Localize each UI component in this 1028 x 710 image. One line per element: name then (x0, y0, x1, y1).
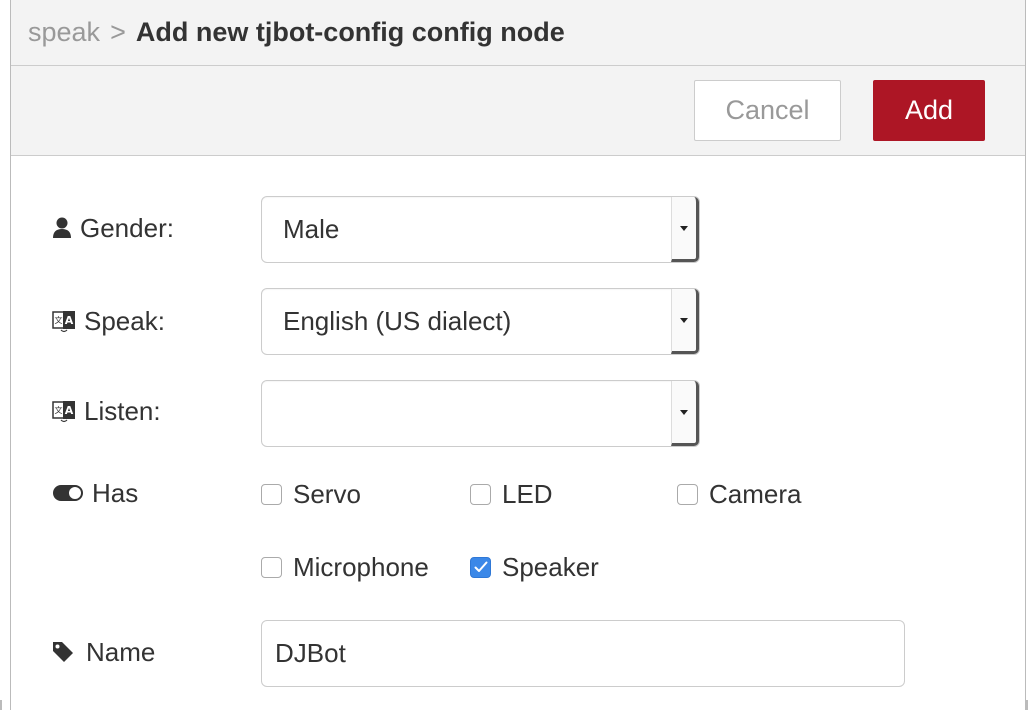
user-icon (52, 217, 72, 239)
tray-toolbar: Cancel Add (11, 66, 1025, 156)
name-label: Name (52, 633, 155, 671)
servo-checkbox[interactable]: Servo (261, 475, 361, 513)
cancel-button[interactable]: Cancel (694, 80, 841, 141)
gender-label: Gender: (52, 209, 174, 247)
chevron-down-icon[interactable] (671, 381, 699, 446)
svg-text:文: 文 (55, 405, 63, 415)
name-input[interactable]: DJBot (261, 620, 905, 687)
led-checkbox-label: LED (502, 478, 553, 509)
page-title: Add new tjbot-config config node (135, 17, 565, 47)
config-node-tray: speak > Add new tjbot-config config node… (10, 0, 1026, 710)
speak-label-text: Speak: (84, 305, 165, 336)
speak-select[interactable]: English (US dialect) (261, 288, 700, 355)
svg-text:A: A (65, 314, 74, 327)
language-icon: A 文 (52, 309, 76, 333)
servo-checkbox-box[interactable] (261, 483, 282, 505)
camera-checkbox-box[interactable] (677, 483, 698, 505)
speak-select-value: English (US dialect) (283, 306, 512, 336)
scroll-edge-left (0, 700, 2, 710)
tray-header: speak > Add new tjbot-config config node (11, 0, 1025, 66)
led-checkbox-box[interactable] (470, 483, 491, 505)
chevron-down-icon[interactable] (671, 289, 699, 354)
tag-icon (52, 641, 74, 663)
speak-label: A 文 Speak: (52, 302, 165, 340)
speaker-checkbox[interactable]: Speaker (470, 548, 599, 586)
speaker-checkbox-box[interactable] (470, 556, 491, 578)
speaker-checkbox-label: Speaker (502, 551, 599, 582)
gender-select-value: Male (283, 214, 340, 244)
listen-label-text: Listen: (84, 395, 161, 426)
chevron-down-icon[interactable] (671, 197, 699, 262)
checkmark-icon (474, 561, 487, 572)
microphone-checkbox-box[interactable] (261, 556, 282, 578)
toggle-icon (52, 483, 84, 503)
camera-checkbox[interactable]: Camera (677, 475, 801, 513)
svg-text:A: A (65, 404, 74, 417)
add-button[interactable]: Add (873, 80, 985, 141)
microphone-checkbox-label: Microphone (293, 551, 429, 582)
gender-select[interactable]: Male (261, 196, 700, 263)
listen-label: A 文 Listen: (52, 392, 161, 430)
listen-select[interactable] (261, 380, 700, 447)
camera-checkbox-label: Camera (709, 478, 802, 509)
led-checkbox[interactable]: LED (470, 475, 553, 513)
name-label-text: Name (86, 636, 156, 667)
servo-checkbox-label: Servo (293, 478, 361, 509)
breadcrumb-parent[interactable]: speak (28, 17, 100, 48)
microphone-checkbox[interactable]: Microphone (261, 548, 429, 586)
has-label: Has (52, 474, 138, 512)
has-label-text: Has (92, 477, 139, 508)
breadcrumb-separator: > (110, 17, 126, 47)
language-icon: A 文 (52, 399, 76, 423)
gender-label-text: Gender: (80, 212, 174, 243)
svg-text:文: 文 (55, 315, 63, 325)
